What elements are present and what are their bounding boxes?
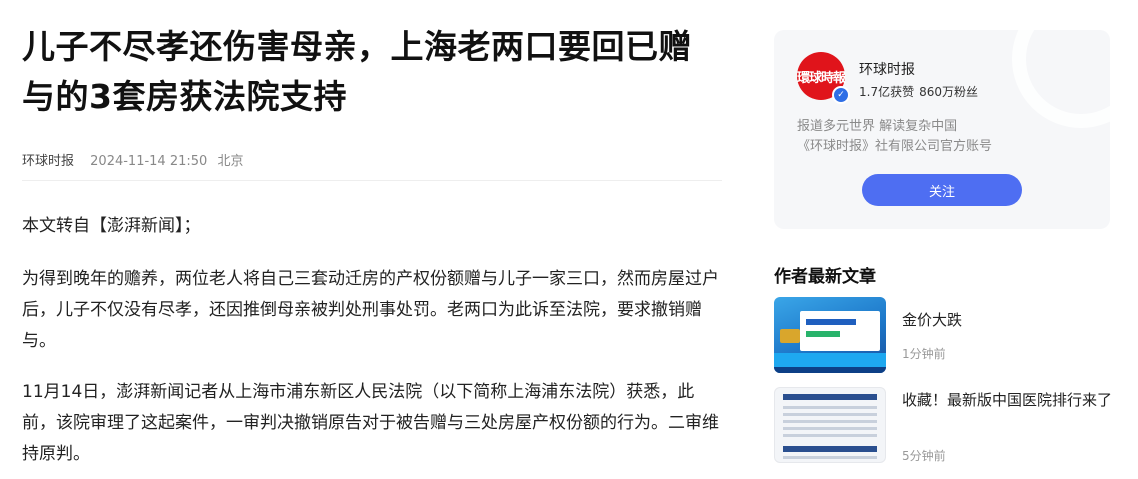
author-desc-line: 报道多元世界 解读复杂中国: [797, 119, 958, 134]
author-description: 报道多元世界 解读复杂中国 《环球时报》社有限公司官方账号: [797, 117, 1097, 157]
latest-article-item[interactable]: 收藏！最新版中国医院排行来了 5分钟前: [774, 387, 1114, 463]
article-paragraph: 为得到晚年的赡养，两位老人将自己三套动迁房的产权份额赠与儿子一家三口，然而房屋过…: [22, 269, 719, 351]
thumbnail-shape: [783, 427, 877, 430]
author-stats: 1.7亿获赞 860万粉丝: [859, 83, 978, 100]
thumbnail-shape: [783, 434, 877, 437]
article-paragraph: 本文转自【澎湃新闻】；: [22, 216, 201, 236]
latest-articles-heading: 作者最新文章: [774, 267, 876, 287]
thumbnail-shape: [783, 413, 877, 416]
huanqiu-logo: 環球時報: [797, 70, 846, 86]
author-desc-line: 《环球时报》社有限公司官方账号: [797, 139, 993, 154]
article-time: 2024-11-14 21:50: [90, 154, 208, 169]
thumbnail-shape: [806, 319, 856, 325]
thumbnail-panel: [800, 311, 880, 351]
article-thumbnail[interactable]: [774, 387, 886, 463]
article-paragraph: 11月14日，澎湃新闻记者从上海市浦东新区人民法院（以下简称上海浦东法院）获悉，…: [22, 382, 719, 464]
meta-divider: [22, 180, 722, 181]
author-name[interactable]: 环球时报: [859, 59, 915, 79]
thumbnail-shape: [806, 331, 840, 337]
article-title: 儿子不尽孝还伤害母亲，上海老两口要回已赠与的3套房获法院支持: [22, 27, 692, 116]
thumbnail-shape: [783, 394, 877, 400]
thumbnail-shape: [783, 406, 877, 409]
card-decoration: [1012, 30, 1110, 128]
thumbnail-shape: [774, 353, 886, 367]
gold-bar-shape: [780, 329, 800, 343]
author-fans: 860万粉丝: [919, 85, 978, 99]
latest-article-item[interactable]: 金价大跌 1分钟前: [774, 297, 1114, 373]
verified-badge-icon: ✓: [832, 86, 850, 104]
thumbnail-shape: [774, 367, 886, 373]
latest-article-time: 5分钟前: [902, 449, 946, 463]
latest-article-title[interactable]: 收藏！最新版中国医院排行来了: [902, 389, 1114, 412]
article-meta: 环球时报 2024-11-14 21:50 北京: [22, 150, 243, 169]
article-thumbnail[interactable]: [774, 297, 886, 373]
latest-article-time: 1分钟前: [902, 347, 946, 361]
article-source[interactable]: 环球时报: [22, 154, 74, 169]
thumbnail-shape: [783, 420, 877, 423]
latest-article-title[interactable]: 金价大跌: [902, 309, 1114, 332]
follow-button[interactable]: 关注: [862, 174, 1022, 206]
thumbnail-shape: [783, 446, 877, 452]
thumbnail-shape: [783, 456, 877, 459]
author-likes: 1.7亿获赞: [859, 85, 915, 99]
author-card: 環球時報 ✓ 环球时报 1.7亿获赞 860万粉丝 报道多元世界 解读复杂中国 《…: [774, 30, 1110, 229]
article-location: 北京: [217, 154, 244, 169]
